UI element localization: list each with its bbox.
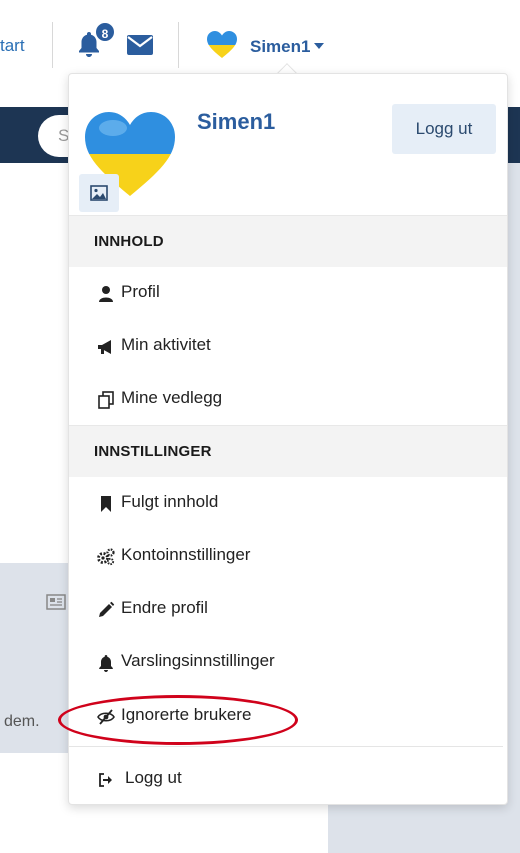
user-icon <box>99 286 113 302</box>
menu-item-label: Fulgt innhold <box>121 492 219 511</box>
menu-item-label: Varslingsinnstillinger <box>121 651 275 670</box>
separator <box>178 22 179 68</box>
menu-item-label: Kontoinnstillinger <box>121 545 251 564</box>
menu-item-varslingsinnstillinger[interactable]: Varslingsinnstillinger <box>69 636 507 688</box>
menu-item-fulgt-innhold[interactable]: Fulgt innhold <box>69 477 507 529</box>
menu-item-label: Min aktivitet <box>121 335 211 354</box>
chevron-down-icon[interactable] <box>314 43 324 49</box>
separator <box>52 22 53 68</box>
card-text: dem. <box>4 713 40 730</box>
section-title: INNSTILLINGER <box>94 443 212 460</box>
section-innhold: INNHOLD <box>69 215 507 267</box>
sign-out-icon <box>99 773 112 787</box>
dropdown-username[interactable]: Simen1 <box>197 109 275 135</box>
menu-divider <box>69 746 503 747</box>
menu-item-kontoinnstillinger[interactable]: Kontoinnstillinger <box>69 530 507 582</box>
newspaper-icon <box>46 594 66 610</box>
section-innstillinger: INNSTILLINGER <box>69 425 507 477</box>
user-menu-toggle[interactable]: Simen1 <box>250 37 310 57</box>
menu-item-min-aktivitet[interactable]: Min aktivitet <box>69 320 507 372</box>
change-avatar-button[interactable] <box>79 174 119 212</box>
menu-item-label: Mine vedlegg <box>121 388 223 407</box>
files-icon <box>98 391 114 409</box>
cogs-icon <box>97 548 115 566</box>
user-dropdown-menu: Simen1 Logg ut INNHOLD Profil Min aktivi… <box>68 73 508 805</box>
menu-item-profil[interactable]: Profil <box>69 267 507 319</box>
menu-item-logg-ut[interactable]: Logg ut <box>69 753 507 805</box>
notification-badge: 8 <box>94 21 116 43</box>
dropdown-header: Simen1 Logg ut <box>69 74 507 215</box>
pencil-icon <box>99 601 115 617</box>
image-icon <box>90 185 108 201</box>
menu-item-label: Logg ut <box>125 768 182 787</box>
highlight-annotation <box>58 695 298 745</box>
mail-icon[interactable] <box>126 34 154 56</box>
menu-item-mine-vedlegg[interactable]: Mine vedlegg <box>69 373 507 425</box>
menu-item-label: Profil <box>121 282 160 301</box>
bullhorn-icon <box>98 340 111 354</box>
logout-button[interactable]: Logg ut <box>392 104 496 154</box>
ukraine-heart-avatar[interactable] <box>206 30 238 60</box>
menu-item-endre-profil[interactable]: Endre profil <box>69 583 507 635</box>
menu-item-label: Endre profil <box>121 598 208 617</box>
bell-icon <box>99 655 113 672</box>
start-link[interactable]: tart <box>0 36 25 56</box>
bookmark-icon <box>101 496 111 512</box>
section-title: INNHOLD <box>94 233 164 250</box>
